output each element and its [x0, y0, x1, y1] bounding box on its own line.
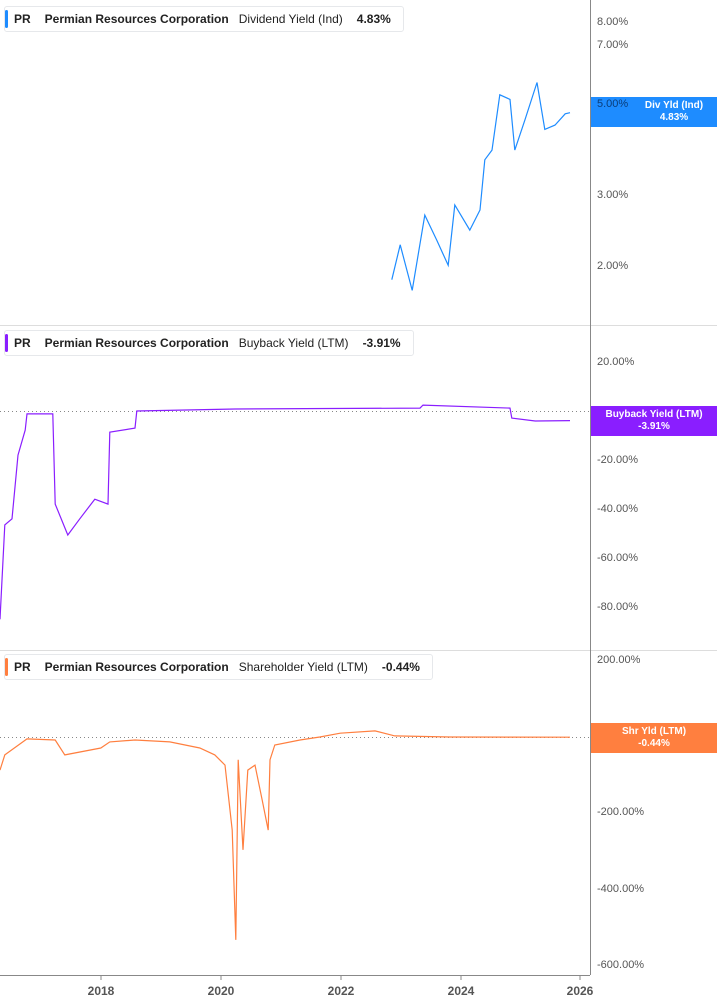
y-tick: -40.00% [597, 503, 638, 515]
y-tick: -60.00% [597, 552, 638, 564]
legend-metric: Buyback Yield (LTM) [238, 336, 349, 350]
tag-value: 4.83% [659, 112, 689, 123]
legend-buyback-yield[interactable]: PR Permian Resources Corporation Buyback… [4, 330, 414, 356]
x-tick: 2026 [566, 984, 594, 998]
y-tick: 20.00% [597, 356, 635, 368]
legend-company: Permian Resources Corporation [44, 660, 229, 674]
x-tick: 2024 [447, 984, 475, 998]
legend-value: -0.44% [381, 660, 420, 674]
tag-label: Shr Yld (LTM) [621, 726, 687, 737]
tag-value: -3.91% [638, 421, 670, 432]
chart-container: PR Permian Resources Corporation Dividen… [0, 0, 717, 1005]
series-line-buyback-yield [0, 404, 571, 620]
series-line-dividend-yield [391, 82, 571, 291]
legend-metric: Shareholder Yield (LTM) [238, 660, 368, 674]
y-tick: -200.00% [597, 806, 645, 818]
current-value-tag-shareholder: Shr Yld (LTM) -0.44% [591, 723, 717, 753]
series-color-marker [5, 334, 8, 352]
legend-value: 4.83% [356, 12, 391, 26]
x-tick: 2020 [207, 984, 235, 998]
legend-ticker: PR [14, 660, 31, 674]
legend-company: Permian Resources Corporation [44, 12, 229, 26]
series-color-marker [5, 10, 8, 28]
legend-metric: Dividend Yield (Ind) [238, 12, 343, 26]
y-tick: -20.00% [597, 454, 638, 466]
y-tick: 200.00% [597, 654, 641, 666]
series-color-marker [5, 658, 8, 676]
y-tick: -80.00% [597, 601, 638, 613]
legend-ticker: PR [14, 336, 31, 350]
y-tick: 5.00% [597, 98, 629, 110]
tag-label: Div Yld (Ind) [644, 100, 704, 111]
x-tick: 2018 [87, 984, 115, 998]
legend-value: -3.91% [362, 336, 401, 350]
y-tick: 7.00% [597, 39, 629, 51]
current-value-tag-buyback: Buyback Yield (LTM) -3.91% [591, 406, 717, 436]
legend-company: Permian Resources Corporation [44, 336, 229, 350]
tag-label: Buyback Yield (LTM) [605, 409, 703, 420]
legend-ticker: PR [14, 12, 31, 26]
y-tick: -400.00% [597, 883, 645, 895]
y-tick: 8.00% [597, 16, 629, 28]
legend-shareholder-yield[interactable]: PR Permian Resources Corporation Shareho… [4, 654, 433, 680]
tag-value: -0.44% [638, 738, 670, 749]
series-line-shareholder-yield [0, 730, 571, 940]
y-tick: -600.00% [597, 959, 645, 971]
legend-dividend-yield[interactable]: PR Permian Resources Corporation Dividen… [4, 6, 404, 32]
y-tick: 2.00% [597, 260, 629, 272]
y-tick: 3.00% [597, 189, 629, 201]
x-tick: 2022 [327, 984, 355, 998]
